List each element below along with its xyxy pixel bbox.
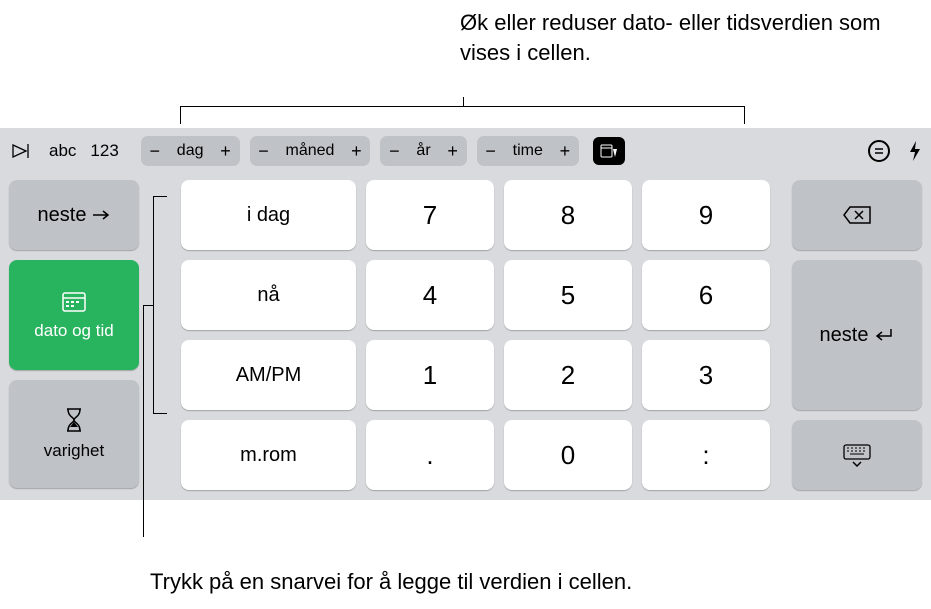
numpad-row: 1 2 3 bbox=[366, 340, 770, 410]
key-5[interactable]: 5 bbox=[504, 260, 632, 330]
key-7[interactable]: 7 bbox=[366, 180, 494, 250]
key-4[interactable]: 4 bbox=[366, 260, 494, 330]
stepper-hour-minus[interactable]: − bbox=[477, 136, 505, 166]
enter-neste-button[interactable]: neste bbox=[792, 260, 922, 410]
stepper-day-plus[interactable]: + bbox=[212, 136, 240, 166]
stepper-month-label: måned bbox=[278, 142, 343, 160]
tab-forward-icon[interactable] bbox=[9, 138, 35, 164]
left-column: neste dato og tid varighet bbox=[9, 180, 139, 490]
neste-button[interactable]: neste bbox=[9, 180, 139, 250]
key-6[interactable]: 6 bbox=[642, 260, 770, 330]
stepper-year-label: år bbox=[408, 142, 438, 160]
annotation-bottom: Trykk på en snarvei for å legge til verd… bbox=[150, 567, 632, 597]
calendar-icon bbox=[60, 289, 88, 313]
abc-mode-button[interactable]: abc bbox=[49, 141, 76, 161]
annotation-bracket-top bbox=[180, 106, 745, 124]
numpad-row: 7 8 9 bbox=[366, 180, 770, 250]
shortcut-space[interactable]: m.rom bbox=[181, 420, 356, 490]
keyboard-panel: abc 123 − dag + − måned + − år + − time … bbox=[0, 128, 931, 500]
numpad-row: 4 5 6 bbox=[366, 260, 770, 330]
date-time-tab[interactable]: dato og tid bbox=[9, 260, 139, 370]
stepper-year-plus[interactable]: + bbox=[439, 136, 467, 166]
right-column: neste bbox=[792, 180, 922, 490]
equals-icon[interactable] bbox=[868, 140, 890, 162]
key-dot[interactable]: . bbox=[366, 420, 494, 490]
key-2[interactable]: 2 bbox=[504, 340, 632, 410]
key-8[interactable]: 8 bbox=[504, 180, 632, 250]
shortcut-ampm[interactable]: AM/PM bbox=[181, 340, 356, 410]
stepper-year: − år + bbox=[380, 136, 466, 166]
center-body: i dag nå AM/PM m.rom 7 8 9 4 5 6 1 2 bbox=[181, 180, 770, 490]
numeric-mode-button[interactable]: 123 bbox=[90, 141, 118, 161]
key-1[interactable]: 1 bbox=[366, 340, 494, 410]
neste-label: neste bbox=[38, 204, 87, 227]
key-9[interactable]: 9 bbox=[642, 180, 770, 250]
stepper-hour-label: time bbox=[505, 142, 551, 160]
dismiss-keyboard-button[interactable] bbox=[792, 420, 922, 490]
key-0[interactable]: 0 bbox=[504, 420, 632, 490]
stepper-month-minus[interactable]: − bbox=[250, 136, 278, 166]
annotation-bracket-side bbox=[153, 196, 167, 414]
enter-icon bbox=[874, 327, 894, 343]
shortcut-today[interactable]: i dag bbox=[181, 180, 356, 250]
stepper-day: − dag + bbox=[141, 136, 240, 166]
annotation-line bbox=[143, 305, 144, 537]
shortcut-column: i dag nå AM/PM m.rom bbox=[181, 180, 356, 490]
stepper-year-minus[interactable]: − bbox=[380, 136, 408, 166]
hourglass-icon bbox=[63, 407, 85, 433]
key-colon[interactable]: : bbox=[642, 420, 770, 490]
stepper-hour: − time + bbox=[477, 136, 579, 166]
stepper-group: − dag + − måned + − år + − time + bbox=[141, 136, 579, 166]
arrow-right-icon bbox=[92, 209, 110, 221]
stepper-day-minus[interactable]: − bbox=[141, 136, 169, 166]
datetime-mode-icon[interactable] bbox=[593, 137, 625, 165]
toolbar: abc 123 − dag + − måned + − år + − time … bbox=[9, 136, 922, 166]
backspace-icon bbox=[842, 205, 872, 225]
stepper-day-label: dag bbox=[169, 142, 212, 160]
lightning-icon[interactable] bbox=[908, 140, 922, 162]
key-3[interactable]: 3 bbox=[642, 340, 770, 410]
stepper-month-plus[interactable]: + bbox=[342, 136, 370, 166]
duration-label: varighet bbox=[44, 441, 104, 461]
date-time-label: dato og tid bbox=[34, 321, 113, 341]
backspace-button[interactable] bbox=[792, 180, 922, 250]
key-grid: neste dato og tid varighet i dag nå AM/P… bbox=[9, 180, 922, 490]
numpad: 7 8 9 4 5 6 1 2 3 . 0 : bbox=[366, 180, 770, 490]
stepper-hour-plus[interactable]: + bbox=[551, 136, 579, 166]
duration-tab[interactable]: varighet bbox=[9, 380, 139, 488]
toolbar-right bbox=[868, 140, 922, 162]
annotation-top: Øk eller reduser dato- eller tidsverdien… bbox=[460, 8, 931, 67]
keyboard-down-icon bbox=[842, 443, 872, 467]
enter-neste-label: neste bbox=[820, 324, 869, 347]
numpad-row: . 0 : bbox=[366, 420, 770, 490]
stepper-month: − måned + bbox=[250, 136, 371, 166]
shortcut-now[interactable]: nå bbox=[181, 260, 356, 330]
